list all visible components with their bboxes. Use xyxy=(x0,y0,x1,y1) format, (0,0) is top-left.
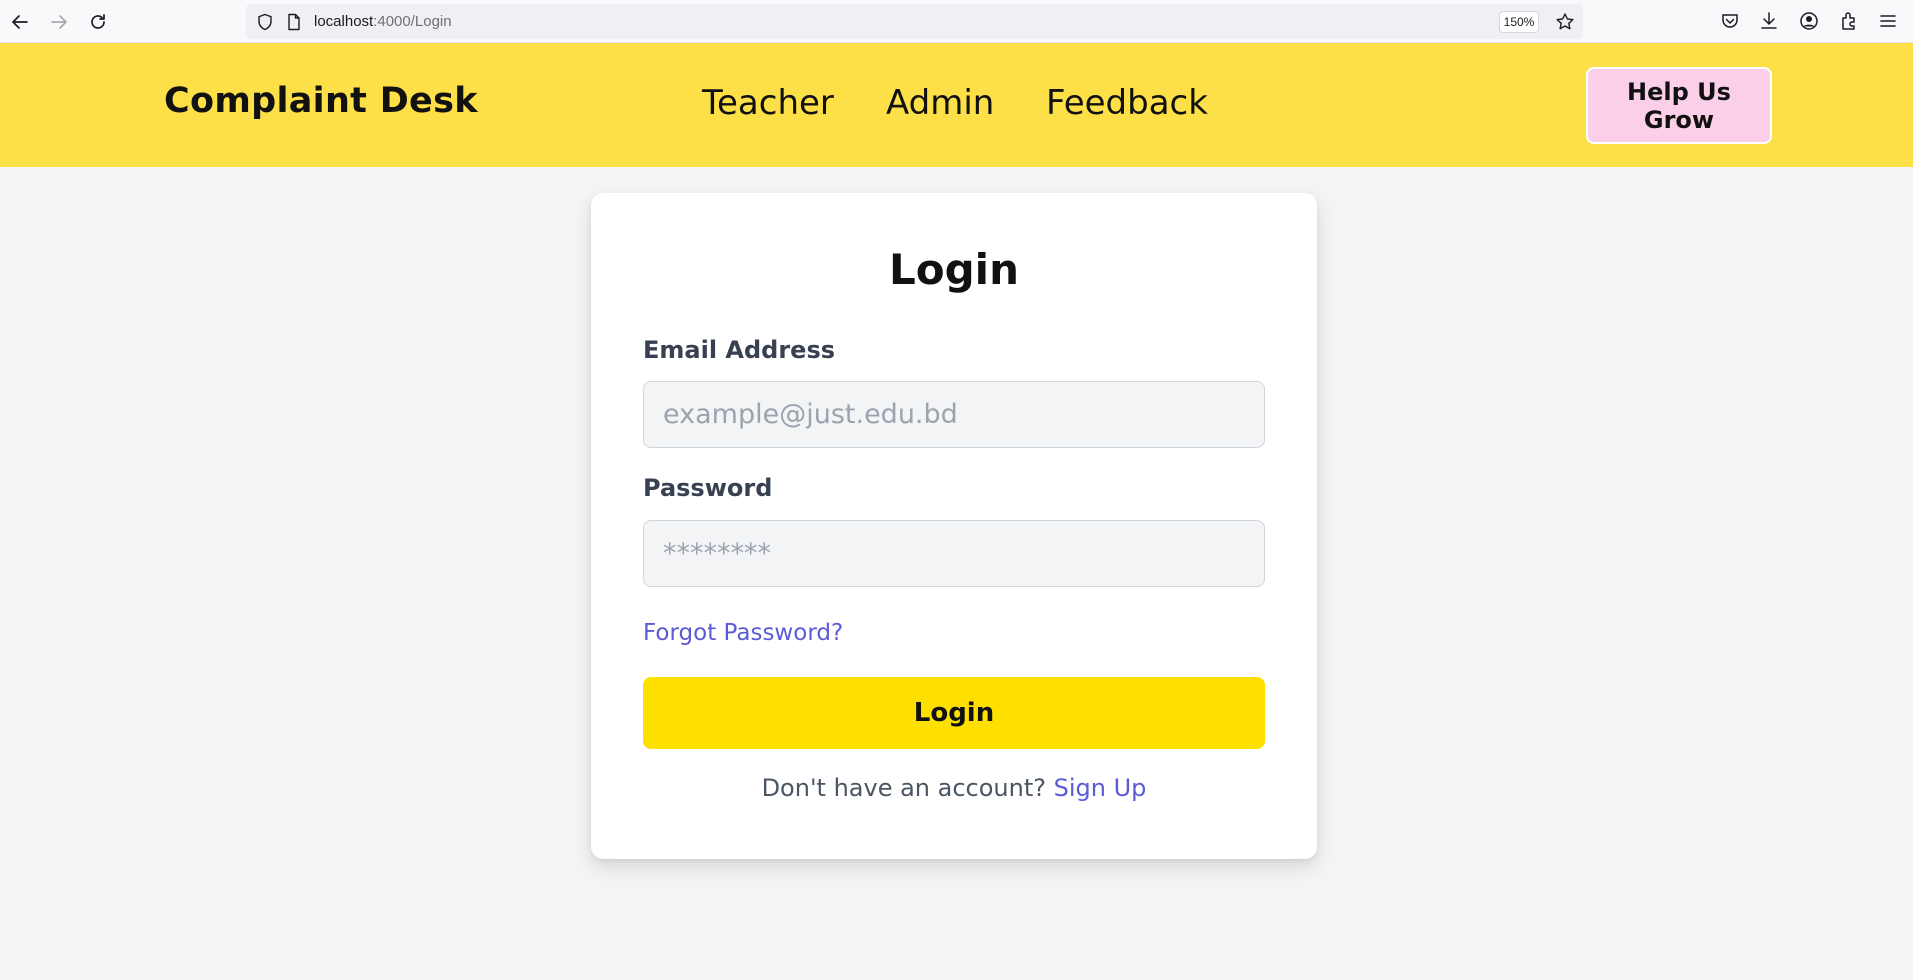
url-host: localhost xyxy=(314,13,374,30)
menu-icon[interactable] xyxy=(1877,10,1899,32)
email-field[interactable] xyxy=(643,381,1265,448)
pocket-icon[interactable] xyxy=(1719,10,1741,32)
site-header: Complaint Desk Teacher Admin Feedback He… xyxy=(0,43,1913,167)
login-button[interactable]: Login xyxy=(643,677,1265,749)
page-title: Login xyxy=(889,245,1019,294)
reload-icon[interactable] xyxy=(85,9,111,35)
forward-icon[interactable] xyxy=(46,9,72,35)
url-path: :4000/Login xyxy=(373,13,452,30)
browser-toolbar: localhost:4000/Login 150% xyxy=(0,0,1913,43)
zoom-level[interactable]: 150% xyxy=(1499,11,1539,33)
nav-teacher[interactable]: Teacher xyxy=(702,83,834,123)
forgot-password-link[interactable]: Forgot Password? xyxy=(643,620,843,646)
bookmark-star-icon[interactable] xyxy=(1555,12,1574,30)
nav-feedback[interactable]: Feedback xyxy=(1046,83,1208,123)
password-field[interactable] xyxy=(643,520,1265,587)
password-label: Password xyxy=(643,474,773,502)
shield-icon[interactable] xyxy=(256,13,274,31)
help-us-grow-button[interactable]: Help Us Grow xyxy=(1586,67,1772,144)
signup-prompt: Don't have an account? Sign Up xyxy=(591,774,1317,802)
address-bar[interactable]: localhost:4000/Login 150% xyxy=(246,4,1583,39)
login-card: Login Email Address Password Forgot Pass… xyxy=(591,193,1317,859)
sign-up-link[interactable]: Sign Up xyxy=(1054,774,1147,802)
brand-logo-text[interactable]: Complaint Desk xyxy=(164,81,478,121)
url-text[interactable]: localhost:4000/Login xyxy=(314,13,452,30)
nav-admin[interactable]: Admin xyxy=(886,83,994,123)
signup-prompt-text: Don't have an account? xyxy=(761,774,1046,802)
back-icon[interactable] xyxy=(7,9,33,35)
account-icon[interactable] xyxy=(1798,10,1820,32)
extensions-icon[interactable] xyxy=(1838,10,1860,32)
download-icon[interactable] xyxy=(1758,10,1780,32)
email-label: Email Address xyxy=(643,336,836,364)
page-icon[interactable] xyxy=(285,13,303,31)
